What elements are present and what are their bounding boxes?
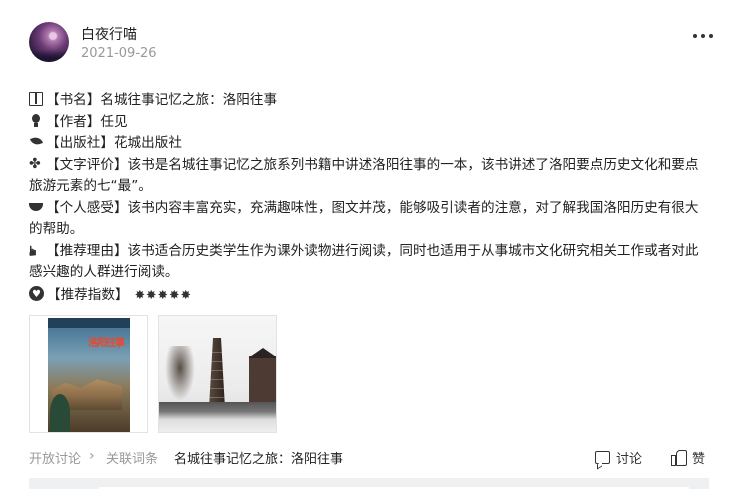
related-entries-label: 关联词条	[106, 452, 159, 467]
thumbs-up-icon	[671, 450, 687, 466]
post-header: 白夜行喵 2021-09-26	[29, 22, 719, 66]
open-discussion-label: 开放讨论	[29, 452, 82, 467]
rating-label: 【推荐指数】	[47, 286, 129, 303]
dot-icon	[701, 34, 705, 38]
photo-building	[249, 356, 276, 408]
clover-icon	[29, 154, 43, 176]
book-cover-image[interactable]: 洛阳往事	[29, 315, 148, 433]
dot-icon	[693, 34, 697, 38]
discuss-label: 讨论	[616, 451, 643, 467]
rating-stars: ✸✸✸✸✸	[134, 286, 192, 302]
post-footer: 开放讨论 › 关联词条 名城往事记忆之旅：洛阳往事 讨论 赞	[29, 446, 709, 468]
feeling-text: 【个人感受】该书内容丰富充实，充满趣味性，图文并茂，能够吸引读者的注意，对了解我…	[29, 199, 699, 238]
review-text: 【文字评价】该书是名城往事记忆之旅系列书籍中讲述洛阳往事的一本，该书讲述了洛阳要…	[29, 156, 699, 195]
discuss-button[interactable]: 讨论	[595, 446, 642, 468]
like-label: 赞	[692, 451, 706, 467]
cover-title: 洛阳往事	[88, 338, 125, 349]
publisher-line: 【出版社】花城出版社	[29, 133, 709, 155]
lightbulb-icon	[29, 113, 43, 128]
heart-icon	[29, 284, 44, 305]
feeling-line: 【个人感受】该书内容丰富充实，充满趣味性，图文并茂，能够吸引读者的注意，对了解我…	[29, 198, 709, 241]
more-options-button[interactable]	[691, 28, 715, 44]
reason-line: 【推荐理由】该书适合历史类学生作为课外读物进行阅读，同时也适用于从事城市文化研究…	[29, 241, 709, 284]
photo-tree	[165, 346, 195, 401]
chevron-right-icon: ›	[89, 448, 95, 464]
reason-text: 【推荐理由】该书适合历史类学生作为课外读物进行阅读，同时也适用于从事城市文化研究…	[29, 242, 699, 281]
book-name-text: 【书名】名城往事记忆之旅：洛阳往事	[46, 92, 278, 108]
author-text: 【作者】任见	[46, 113, 128, 130]
book-name-line: 【书名】名城往事记忆之旅：洛阳往事	[29, 90, 709, 112]
username[interactable]: 白夜行喵	[81, 24, 137, 44]
leaf-icon	[29, 135, 43, 149]
pagoda-photo-image[interactable]	[158, 315, 277, 433]
publisher-text: 【出版社】花城出版社	[46, 135, 182, 151]
rating-line: 【推荐指数】 ✸✸✸✸✸	[29, 284, 709, 307]
like-button[interactable]: 赞	[671, 446, 705, 468]
photo-snow-ground	[159, 402, 276, 432]
cover-artwork: 洛阳往事	[48, 318, 130, 432]
post-date: 2021-09-26	[81, 46, 157, 61]
post-content: 【书名】名城往事记忆之旅：洛阳往事 【作者】任见 【出版社】花城出版社 【文字评…	[29, 90, 709, 306]
cover-band	[48, 318, 130, 328]
cover-tree	[50, 394, 70, 432]
book-icon	[29, 92, 43, 106]
smile-icon	[29, 200, 43, 214]
comment-area-strip	[29, 478, 709, 489]
chat-bubble-icon	[595, 450, 610, 464]
pointing-hand-icon	[29, 243, 43, 257]
review-line: 【文字评价】该书是名城往事记忆之旅系列书籍中讲述洛阳往事的一本，该书讲述了洛阳要…	[29, 154, 709, 198]
author-line: 【作者】任见	[29, 112, 709, 134]
related-topic-link[interactable]: 名城往事记忆之旅：洛阳往事	[174, 448, 343, 467]
dot-icon	[709, 34, 713, 38]
avatar[interactable]	[29, 22, 69, 62]
